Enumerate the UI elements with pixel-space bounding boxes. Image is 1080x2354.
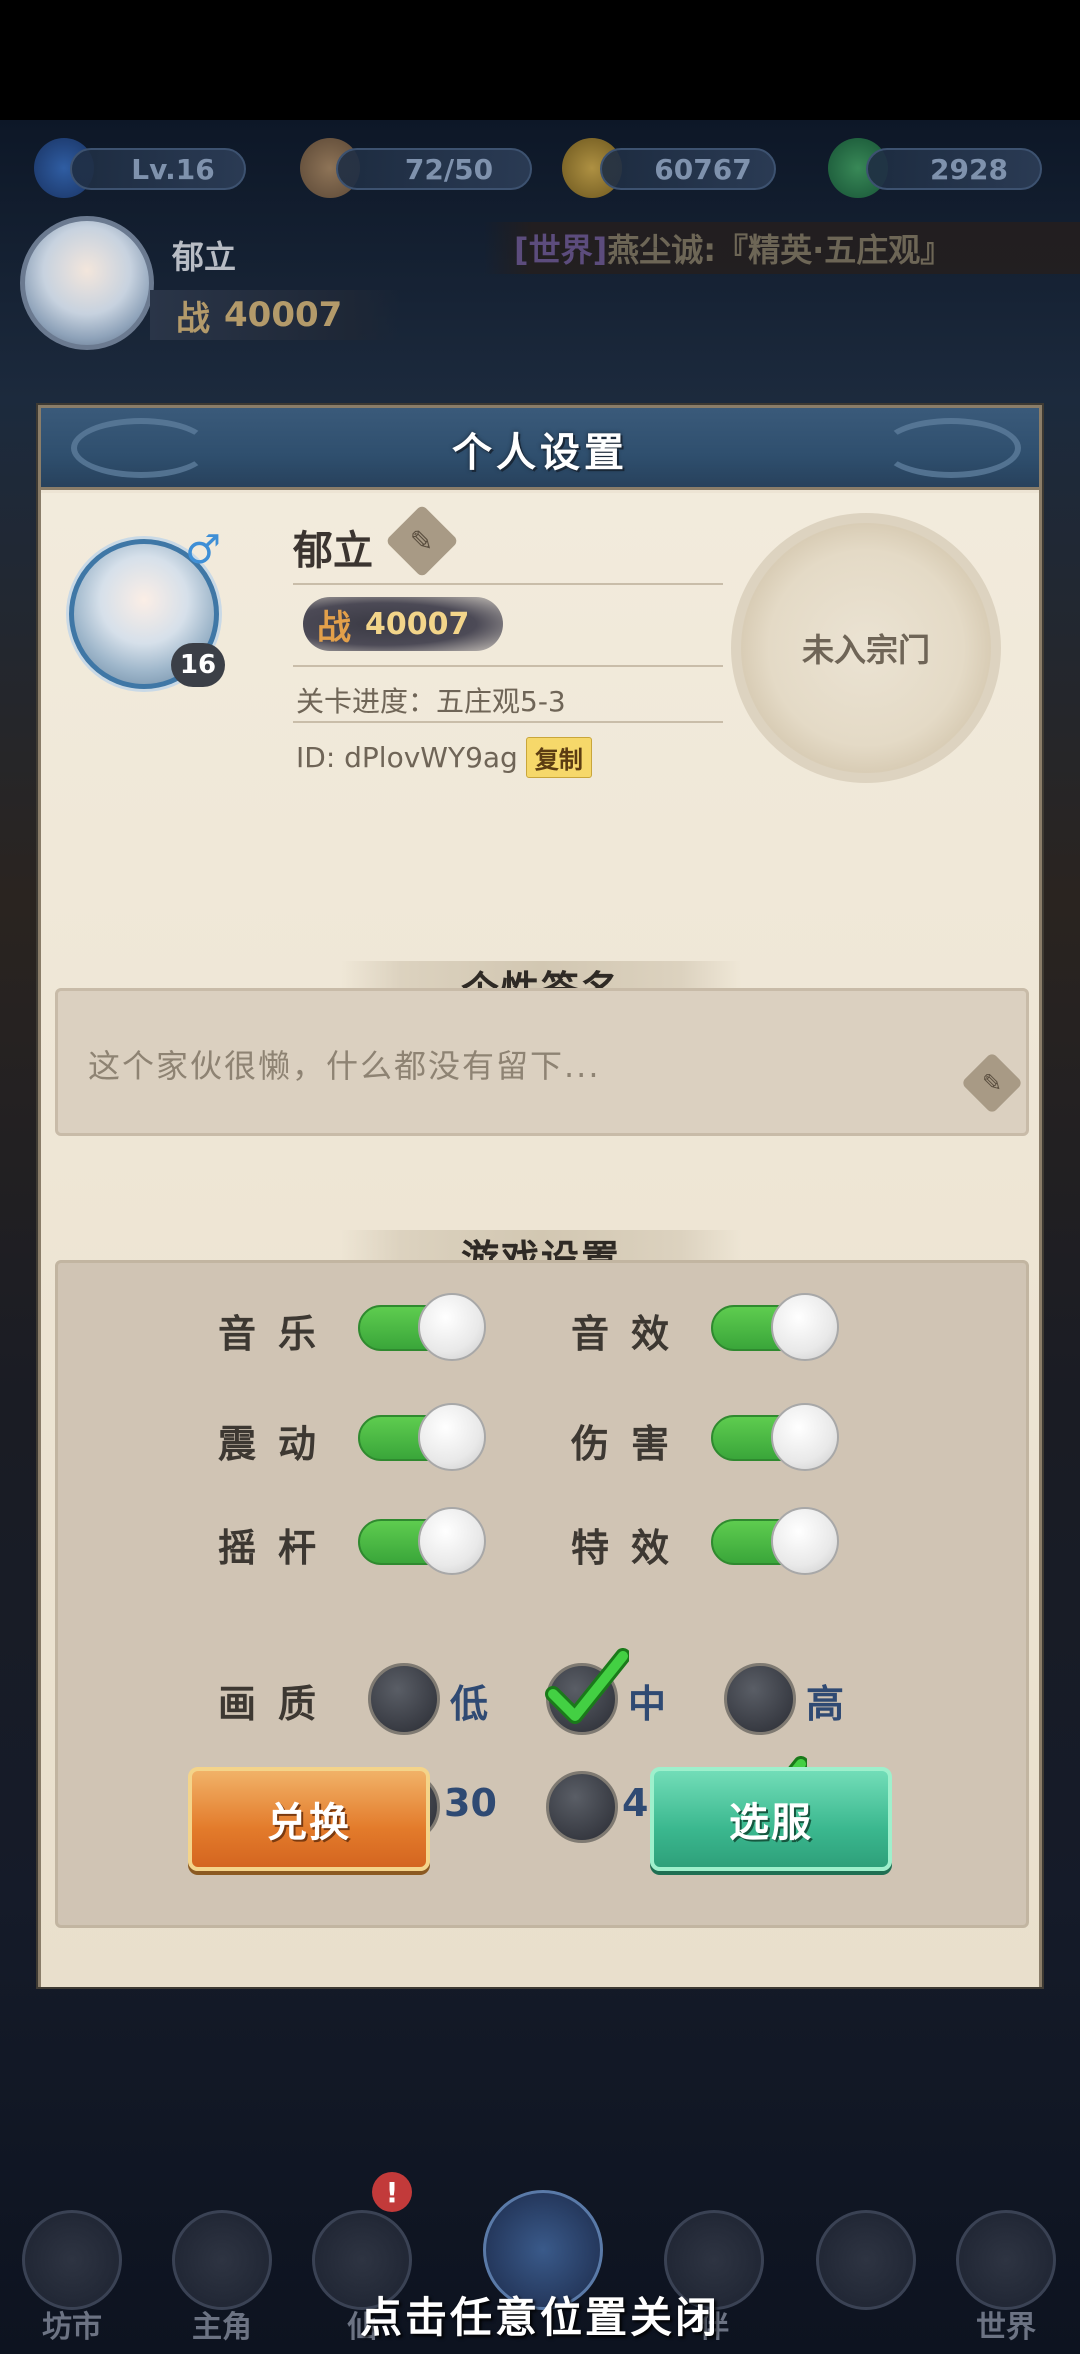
divider — [293, 583, 723, 585]
quality-high-radio[interactable] — [724, 1663, 796, 1735]
edit-signature-brush-icon[interactable]: ✎ — [960, 1051, 1024, 1115]
profile-power: 战 40007 — [303, 597, 503, 651]
sect-emblem[interactable]: 未入宗门 — [731, 513, 1001, 783]
profile-level-badge: 16 — [171, 643, 225, 687]
toggle-label-damage: 伤害 — [571, 1422, 692, 1466]
banner-power: 战 40007 — [150, 290, 400, 340]
quality-medium-radio[interactable] — [545, 1648, 629, 1735]
vibration-toggle[interactable] — [358, 1403, 486, 1471]
copy-id-button[interactable]: 复制 — [525, 737, 592, 778]
edit-name-brush-icon[interactable]: ✎ — [385, 504, 459, 578]
sect-status: 未入宗门 — [801, 631, 930, 669]
banner-player-name: 郁立 — [172, 238, 237, 276]
joystick-toggle[interactable] — [358, 1507, 486, 1575]
profile-power-char: 战 — [317, 607, 351, 648]
dialog-header: 个人设置 — [41, 408, 1039, 490]
signature-text: 这个家伙很懒，什么都没有留下... — [88, 1047, 601, 1085]
coins-display[interactable]: 60767 — [600, 148, 776, 190]
toggle-label-effects: 特效 — [571, 1526, 692, 1570]
player-id: ID: dPlovWY9ag — [296, 741, 518, 774]
toggle-label-music: 音乐 — [218, 1312, 339, 1356]
world-chat-text: 燕尘诚:『精英·五庄观』 — [607, 231, 953, 269]
personal-settings-dialog: 个人设置 ♂ 16 郁立 ✎ 战 40007 关卡进度：五庄观5-3 ID: d… — [38, 405, 1042, 1987]
quality-low-radio[interactable] — [368, 1663, 440, 1735]
stamina-display[interactable]: 72/50 — [336, 148, 532, 190]
framerate-30-label: 30 — [444, 1781, 497, 1825]
level-display: Lv.16 — [70, 148, 246, 190]
select-server-button[interactable]: 选服 — [650, 1767, 892, 1871]
redeem-button[interactable]: 兑换 — [188, 1767, 430, 1871]
tap-anywhere-to-close-hint[interactable]: 点击任意位置关闭 — [0, 2284, 1080, 2345]
quality-label: 画质 — [218, 1682, 339, 1726]
sfx-toggle[interactable] — [711, 1293, 839, 1361]
male-gender-icon: ♂ — [185, 527, 221, 573]
effects-toggle[interactable] — [711, 1507, 839, 1575]
quality-medium-label: 中 — [628, 1682, 667, 1726]
divider — [293, 721, 723, 723]
world-chat-ticker[interactable]: [世界] 燕尘诚:『精英·五庄观』 — [484, 222, 1080, 274]
profile-power-value: 40007 — [365, 606, 470, 642]
divider — [293, 665, 723, 667]
stage-progress: 关卡进度：五庄观5-3 — [296, 685, 566, 718]
toggle-label-vibration: 震动 — [218, 1422, 339, 1466]
signature-box[interactable]: 这个家伙很懒，什么都没有留下... ✎ — [55, 988, 1029, 1136]
quality-high-label: 高 — [806, 1682, 845, 1726]
music-toggle[interactable] — [358, 1293, 486, 1361]
world-chat-tag: [世界] — [514, 231, 608, 269]
banner-power-char: 战 — [176, 298, 210, 339]
jade-display[interactable]: 2928 — [866, 148, 1042, 190]
banner-power-value: 40007 — [224, 295, 343, 335]
toggle-label-sfx: 音效 — [571, 1312, 692, 1356]
profile-name: 郁立 — [293, 528, 373, 574]
damage-toggle[interactable] — [711, 1403, 839, 1471]
banner-avatar[interactable] — [20, 216, 154, 350]
quality-low-label: 低 — [450, 1682, 489, 1726]
dialog-title: 个人设置 — [452, 430, 628, 476]
checkmark-icon — [545, 1648, 629, 1724]
toggle-label-joystick: 摇杆 — [218, 1526, 339, 1570]
notification-badge: ! — [372, 2172, 412, 2212]
dialog-body: ♂ 16 郁立 ✎ 战 40007 关卡进度：五庄观5-3 ID: dPlovW… — [41, 493, 1039, 1987]
framerate-45-radio[interactable] — [546, 1771, 618, 1843]
player-id-row: ID: dPlovWY9ag 复制 — [296, 737, 592, 778]
